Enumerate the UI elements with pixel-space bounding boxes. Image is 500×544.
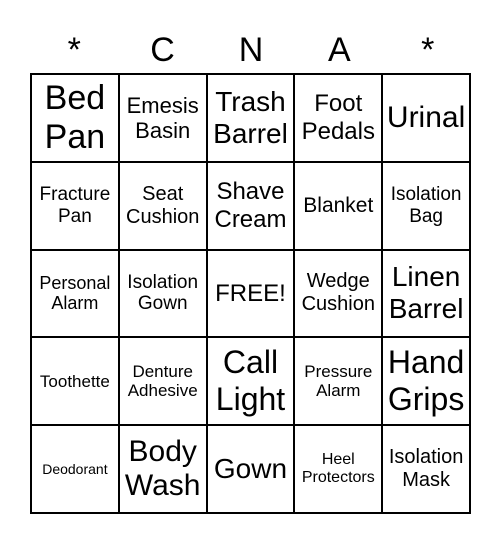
cell-text: Blanket [303,193,374,217]
bingo-header: * C N A * [30,28,472,72]
cell-text: Isolation Gown [127,271,199,315]
bingo-cell[interactable]: Linen Barrel [382,249,470,338]
cell-text: Personal Alarm [39,272,111,314]
bingo-grid: Bed Pan Emesis Basin Trash Barrel Foot Peda… [30,73,471,514]
header-letter: * [67,31,81,69]
bingo-cell[interactable]: Emesis Basin [118,74,207,162]
cell-text: Isolation Mask [388,446,464,492]
free-space-cell[interactable]: FREE! [206,249,295,338]
cell-text: Toothette [39,371,110,391]
bingo-cell[interactable]: Shave Cream [206,161,295,250]
bingo-cell[interactable]: Gown [206,425,295,513]
bingo-cell[interactable]: Isolation Bag [382,161,470,250]
cell-text: Urinal [386,100,466,134]
bingo-cell[interactable]: Urinal [382,74,470,162]
header-letter: A [328,31,351,69]
bingo-cell[interactable]: Toothette [31,337,119,426]
bingo-cell[interactable]: Wedge Cushion [294,249,383,338]
bingo-cell[interactable]: Seat Cushion [118,161,207,250]
bingo-cell[interactable]: Deodorant [31,425,119,513]
bingo-cell[interactable]: Personal Alarm [31,249,119,338]
bingo-cell[interactable]: Isolation Mask [382,425,470,513]
cell-text: Linen Barrel [388,261,464,325]
bingo-cell[interactable]: Bed Pan [31,74,119,162]
bingo-cell[interactable]: Heel Protectors [294,425,383,513]
cell-text: Wedge Cushion [301,270,375,316]
cell-text: Call Light [215,344,286,418]
header-letter: N [238,31,264,69]
bingo-cell[interactable]: Isolation Gown [118,249,207,338]
cell-text: FREE! [215,279,286,307]
bingo-cell[interactable]: Pressure Alarm [294,337,383,426]
bingo-cell[interactable]: Denture Adhesive [118,337,207,426]
cell-text: Body Wash [124,434,201,503]
cell-text: Bed Pan [44,78,106,156]
bingo-cell[interactable]: Hand Grips [382,337,470,426]
cell-text: Hand Grips [387,344,465,418]
cell-text: Isolation Bag [390,183,462,227]
cell-text: Gown [213,453,288,484]
bingo-cell[interactable]: Foot Pedals [294,74,383,162]
cell-text: Heel Protectors [301,450,375,487]
cell-text: Pressure Alarm [304,361,373,401]
cell-text: Emesis Basin [126,92,199,143]
cell-text: Trash Barrel [213,85,288,149]
bingo-cell[interactable]: Body Wash [118,425,207,513]
cell-text: Denture Adhesive [127,361,198,401]
header-letter: * [421,31,435,69]
cell-text: Fracture Pan [39,183,111,227]
bingo-cell[interactable]: Fracture Pan [31,161,119,250]
bingo-cell[interactable]: Call Light [206,337,295,426]
header-letter: C [150,31,175,69]
cell-text: Deodorant [42,461,108,478]
bingo-cell[interactable]: Blanket [294,161,383,250]
cell-text: Foot Pedals [301,90,375,145]
bingo-cell[interactable]: Trash Barrel [206,74,295,162]
cell-text: Seat Cushion [126,182,200,228]
cell-text: Shave Cream [214,178,287,233]
